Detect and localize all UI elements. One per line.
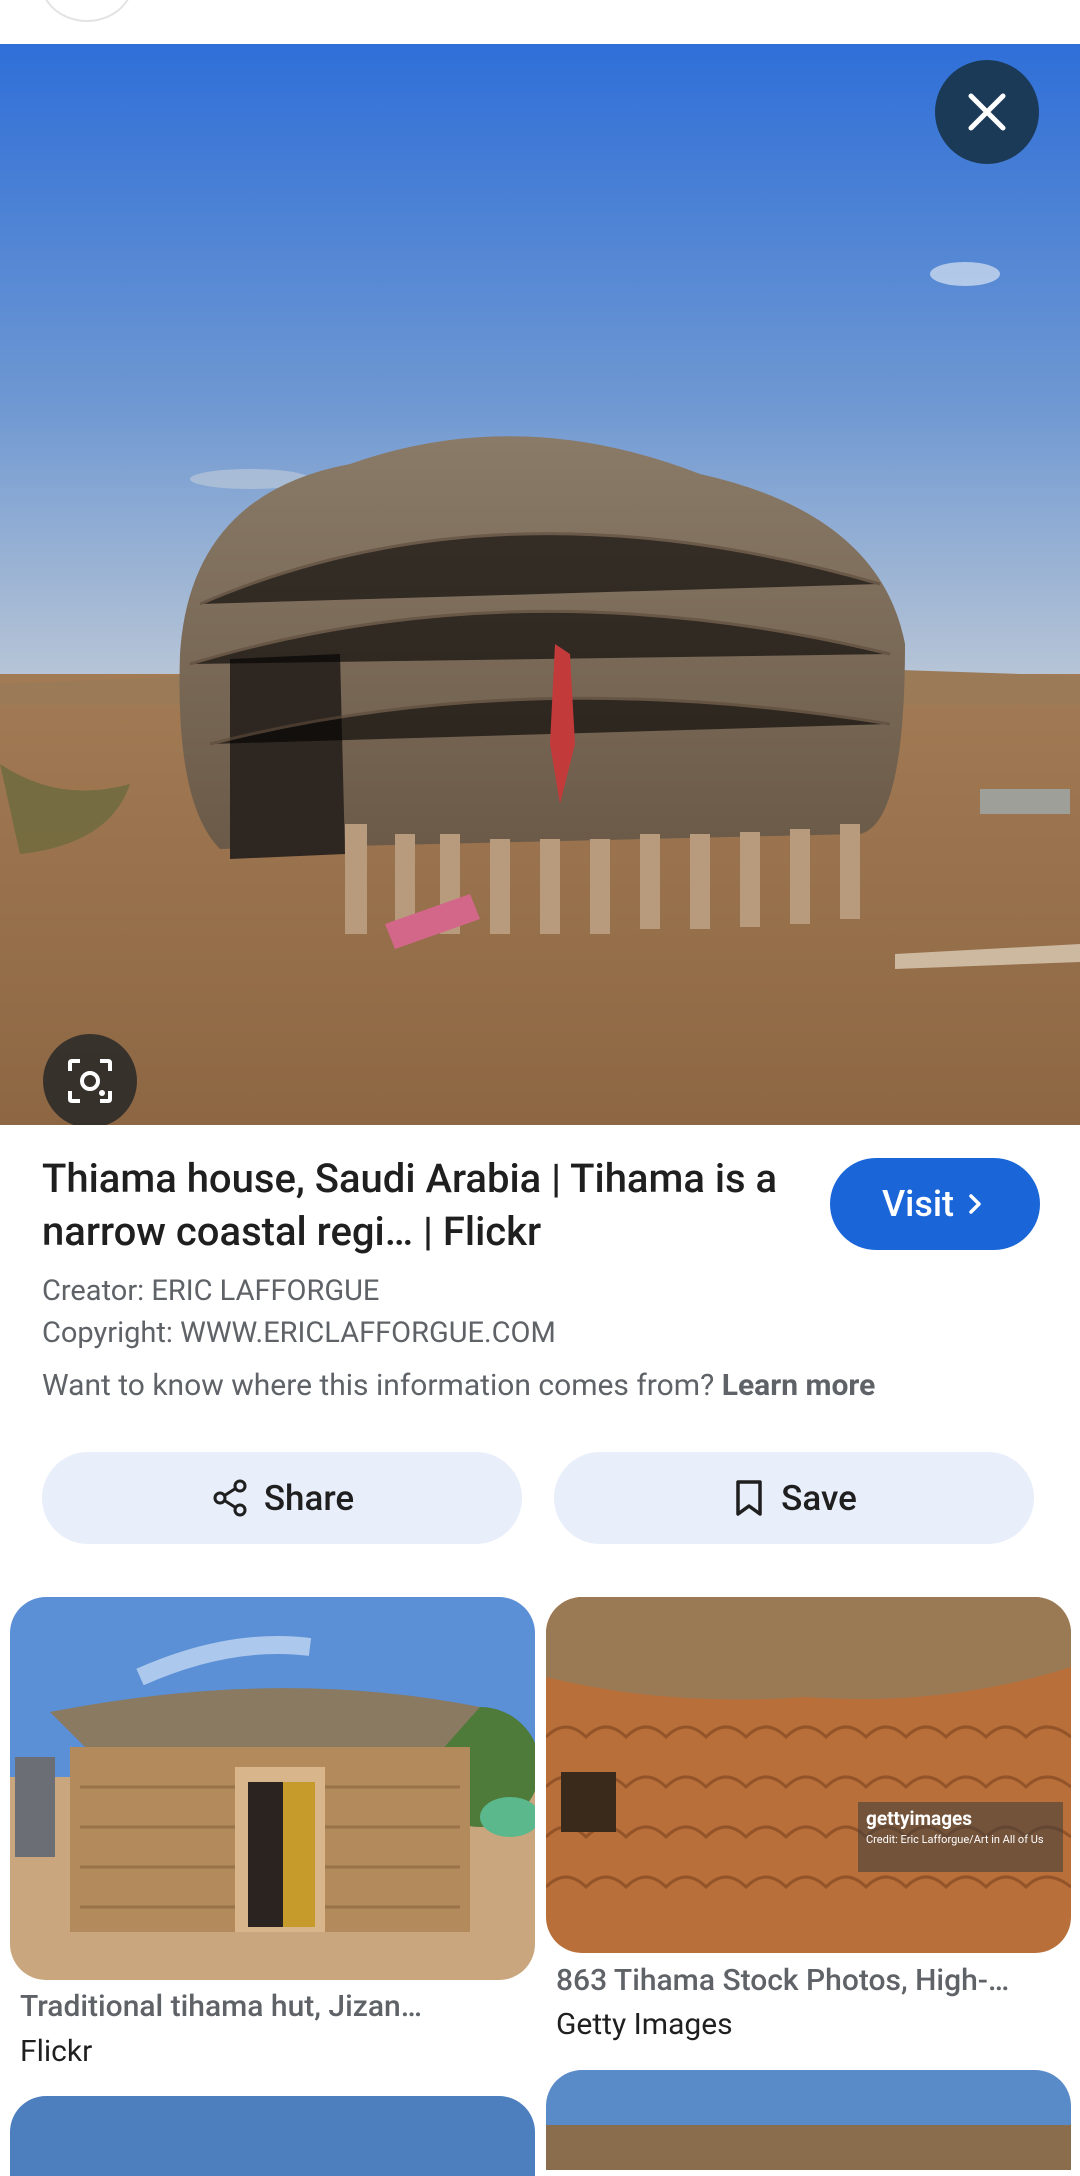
save-button[interactable]: Save [554, 1452, 1034, 1544]
bookmark-icon [736, 1480, 762, 1516]
hero-image[interactable] [0, 44, 1080, 1125]
avatar[interactable] [40, 0, 134, 22]
lens-icon [68, 1059, 112, 1103]
result-thumbnail[interactable] [546, 2070, 1071, 2170]
lens-button[interactable] [43, 1034, 137, 1125]
result-title[interactable]: 863 Tihama Stock Photos, High-… [556, 1963, 1009, 1998]
visit-label: Visit [881, 1183, 955, 1225]
close-button[interactable] [935, 60, 1039, 164]
watermark-credit: Credit: Eric Lafforgue/Art in All of Us [866, 1833, 1044, 1846]
save-label: Save [781, 1477, 857, 1519]
creator-text: Creator: ERIC LAFFORGUE [42, 1274, 380, 1308]
info-question: Want to know where this information come… [42, 1368, 715, 1403]
result-thumbnail[interactable]: gettyimages Credit: Eric Lafforgue/Art i… [546, 1597, 1071, 1953]
watermark-brand: gettyimages [866, 1807, 973, 1830]
result-title[interactable]: Traditional tihama hut, Jizan… [20, 1989, 422, 2024]
top-bar [0, 0, 1080, 44]
result-source: Flickr [20, 2034, 93, 2069]
share-button[interactable]: Share [42, 1452, 522, 1544]
info-text: Want to know where this information come… [42, 1368, 875, 1403]
learn-more-link[interactable]: Learn more [722, 1368, 876, 1403]
result-thumbnail[interactable] [10, 2096, 535, 2176]
visit-button[interactable]: Visit [830, 1158, 1040, 1250]
result-source: Getty Images [556, 2007, 733, 2042]
share-icon [213, 1479, 247, 1517]
result-title[interactable]: Thiama house, Saudi Arabia | Tihama is a… [42, 1152, 802, 1258]
copyright-text: Copyright: WWW.ERICLAFFORGUE.COM [42, 1316, 556, 1350]
chevron-right-icon [969, 1194, 981, 1214]
result-card[interactable]: gettyimages Credit: Eric Lafforgue/Art i… [546, 1597, 1071, 2047]
result-thumbnail[interactable] [10, 1597, 535, 1980]
share-label: Share [263, 1477, 355, 1519]
result-card[interactable]: Traditional tihama hut, Jizan… Flickr [10, 1597, 535, 2077]
close-icon [968, 93, 1006, 131]
